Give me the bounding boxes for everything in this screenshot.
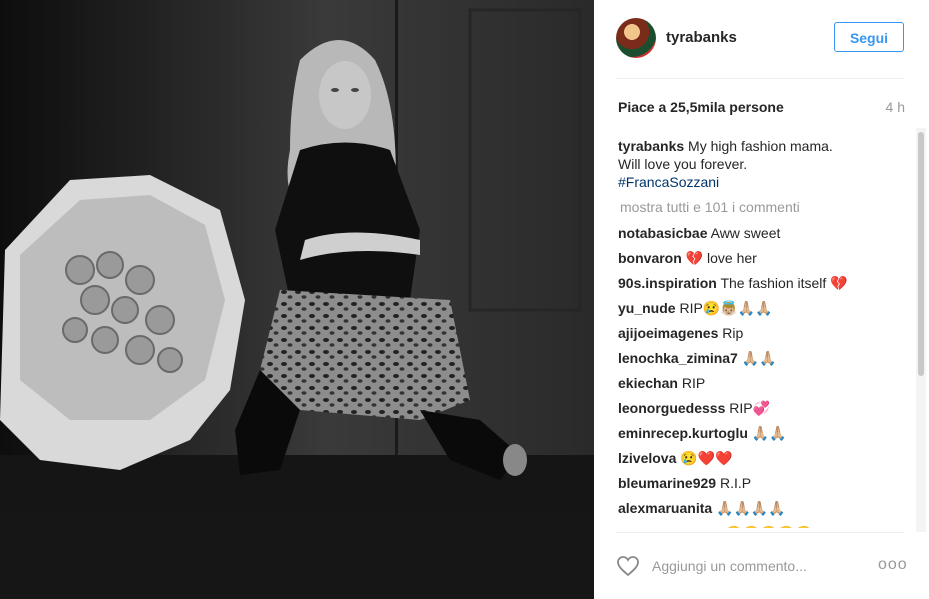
- comment-text: RIP💞: [729, 400, 771, 416]
- comment-username[interactable]: alexmaruanita: [618, 500, 712, 516]
- post-details-panel: tyrabanks Segui Piace a 25,5mila persone…: [594, 0, 929, 599]
- comment-text: 😢❤️❤️: [680, 450, 733, 466]
- comment-username[interactable]: iamtessaciance: [618, 525, 722, 528]
- caption-line-1: My high fashion mama.: [688, 138, 833, 154]
- comment-item: bleumarine929 R.I.P: [618, 474, 908, 499]
- comment-item: notabasicbae Aww sweet: [618, 224, 908, 249]
- comment-username[interactable]: notabasicbae: [618, 225, 707, 241]
- comment-username[interactable]: ajijoeimagenes: [618, 325, 718, 341]
- show-all-comments-link[interactable]: mostra tutti e 101 i commenti: [620, 199, 800, 215]
- avatar[interactable]: [616, 18, 656, 58]
- instagram-post-window: tyrabanks Segui Piace a 25,5mila persone…: [0, 0, 929, 599]
- post-header: tyrabanks Segui: [594, 0, 929, 78]
- add-comment-input[interactable]: Aggiungi un commento...: [652, 558, 852, 574]
- comments-section[interactable]: tyrabanks My high fashion mama. Will lov…: [594, 128, 914, 528]
- comment-item: lenochka_zimina7 🙏🏼🙏🏼: [618, 349, 908, 374]
- comment-text: R.I.P: [719, 475, 752, 491]
- comment-text: 😔😔😔😔😔: [725, 525, 812, 528]
- caption-hashtag[interactable]: #FrancaSozzani: [618, 174, 719, 190]
- comment-username[interactable]: lenochka_zimina7: [618, 350, 738, 366]
- comment-item: ekiechan RIP: [618, 374, 908, 399]
- comment-username[interactable]: bleumarine929: [618, 475, 716, 491]
- comment-username[interactable]: bonvaron: [618, 250, 682, 266]
- comment-item: yu_nude RIP😢👼🏼🙏🏼🙏🏼: [618, 299, 908, 324]
- comment-text: Rip: [722, 325, 744, 341]
- comment-username[interactable]: ekiechan: [618, 375, 678, 391]
- comment-item: 90s.inspiration The fashion itself 💔: [618, 274, 908, 299]
- comment-item: bonvaron 💔 love her: [618, 249, 908, 274]
- comment-item: lzivelova 😢❤️❤️: [618, 449, 908, 474]
- comment-item: leonorguedesss RIP💞: [618, 399, 908, 424]
- heart-icon[interactable]: [616, 555, 640, 577]
- post-photo[interactable]: [0, 0, 594, 511]
- caption-line-2: Will love you forever.: [618, 156, 748, 172]
- scrollbar-thumb[interactable]: [918, 132, 924, 376]
- comment-username[interactable]: leonorguedesss: [618, 400, 725, 416]
- comment-username[interactable]: 90s.inspiration: [618, 275, 717, 291]
- comment-list: notabasicbae Aww sweet bonvaron 💔 love h…: [618, 224, 908, 528]
- comment-text: 🙏🏼🙏🏼: [751, 425, 787, 441]
- likes-count[interactable]: Piace a 25,5mila persone: [618, 99, 784, 115]
- comment-item: alexmaruanita 🙏🏼🙏🏼🙏🏼🙏🏼: [618, 499, 908, 524]
- comment-text: RIP😢👼🏼🙏🏼🙏🏼: [679, 300, 773, 316]
- caption-username[interactable]: tyrabanks: [618, 138, 684, 154]
- comment-text: Aww sweet: [710, 225, 781, 241]
- post-time[interactable]: 4 h: [886, 99, 905, 115]
- post-caption: tyrabanks My high fashion mama. Will lov…: [618, 137, 858, 191]
- comment-text: 🙏🏼🙏🏼: [741, 350, 777, 366]
- follow-button[interactable]: Segui: [834, 22, 904, 52]
- comment-username[interactable]: yu_nude: [618, 300, 676, 316]
- comment-username[interactable]: eminrecep.kurtoglu: [618, 425, 748, 441]
- photo-illustration: [0, 0, 594, 511]
- footer-divider: [616, 532, 904, 533]
- comment-item: ajijoeimagenes Rip: [618, 324, 908, 349]
- comment-item: iamtessaciance 😔😔😔😔😔: [618, 524, 908, 528]
- comment-text: The fashion itself 💔: [720, 275, 848, 291]
- comment-item: eminrecep.kurtoglu 🙏🏼🙏🏼: [618, 424, 908, 449]
- header-username[interactable]: tyrabanks: [666, 29, 737, 46]
- comment-text: 🙏🏼🙏🏼🙏🏼🙏🏼: [716, 500, 786, 516]
- comment-text: 💔 love her: [685, 250, 757, 266]
- post-media-area: [0, 0, 594, 599]
- more-options-icon[interactable]: ooo: [878, 556, 908, 574]
- header-divider: [616, 78, 904, 79]
- comments-scrollbar[interactable]: [916, 128, 926, 532]
- comment-username[interactable]: lzivelova: [618, 450, 676, 466]
- comment-text: RIP: [681, 375, 706, 391]
